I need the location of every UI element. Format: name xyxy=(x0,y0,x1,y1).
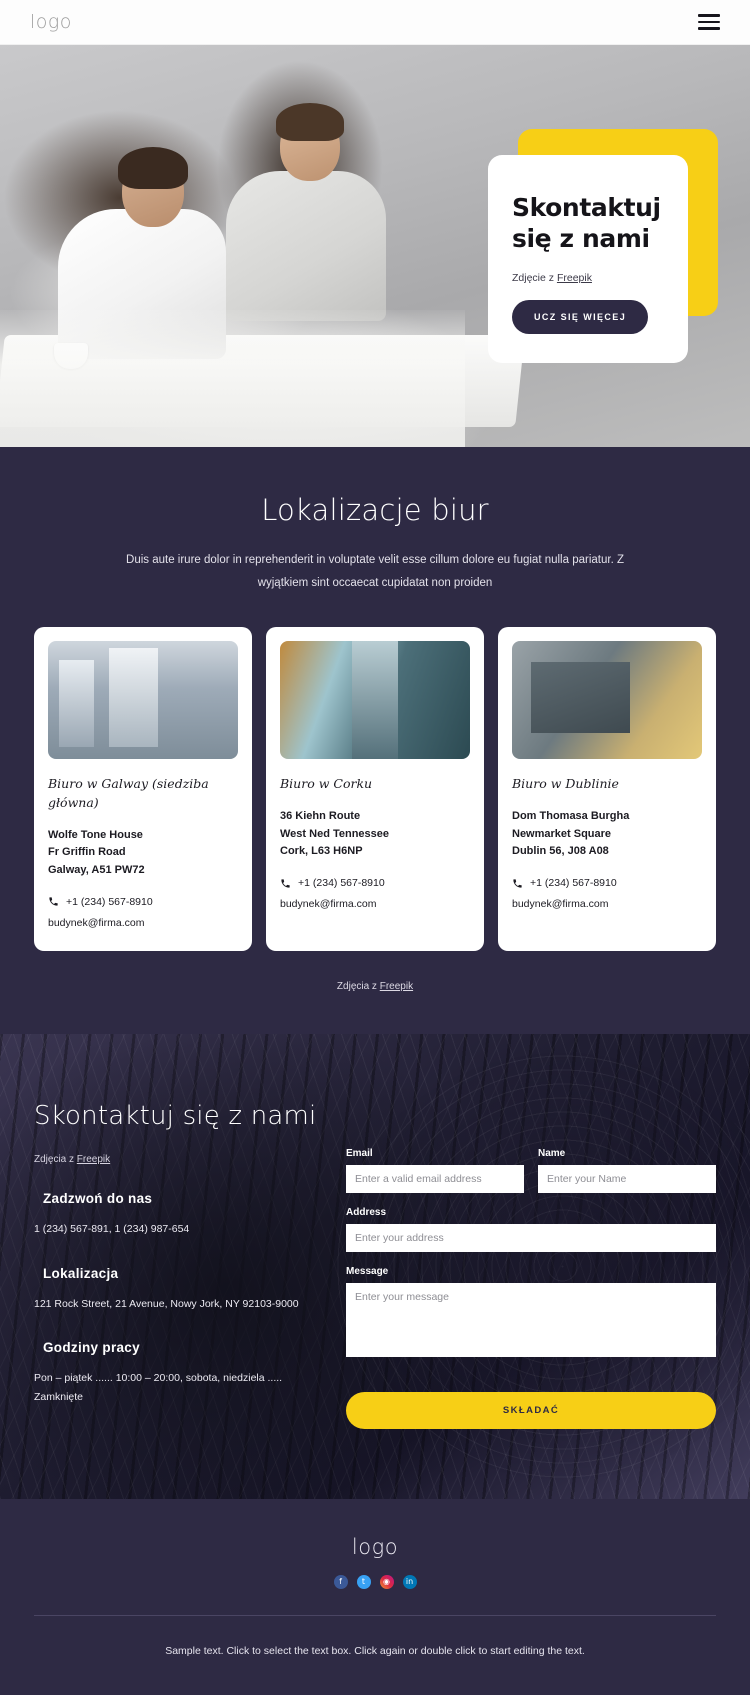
info-block-title: Godziny pracy xyxy=(43,1340,140,1356)
office-phone: +1 (234) 567-8910 xyxy=(530,877,617,890)
page-root: logo Skontaktuj się z nami Zdjęcie z Fre… xyxy=(0,0,750,1695)
office-photo xyxy=(48,641,238,759)
office-photo xyxy=(280,641,470,759)
hero-credit-prefix: Zdjęcie z xyxy=(512,272,557,284)
info-block-location: Lokalizacja 121 Rock Street, 21 Avenue, … xyxy=(34,1266,324,1314)
hero-section: Skontaktuj się z nami Zdjęcie z Freepik … xyxy=(0,45,750,447)
info-block-text: 121 Rock Street, 21 Avenue, Nowy Jork, N… xyxy=(34,1297,299,1310)
info-block-call-us: Zadzwoń do nas 1 (234) 567-891, 1 (234) … xyxy=(34,1191,324,1239)
office-card: Biuro w Galway (siedziba główna) Wolfe T… xyxy=(34,627,252,951)
phone-icon xyxy=(513,879,522,888)
office-email[interactable]: budynek@firma.com xyxy=(280,898,470,910)
office-address-line: Galway, A51 PW72 xyxy=(48,864,145,877)
info-block-title: Lokalizacja xyxy=(43,1265,119,1281)
message-label: Message xyxy=(346,1265,389,1277)
office-address-line: Dom Thomasa Burgha xyxy=(512,809,630,822)
address-field-group: Address xyxy=(346,1207,716,1252)
hero-person-a-hair xyxy=(118,147,188,189)
footer-logo[interactable]: logo xyxy=(0,1535,750,1559)
message-field-group: Message xyxy=(346,1266,716,1362)
office-title: Biuro w Galway (siedziba główna) xyxy=(48,776,209,810)
hero-person-a-body xyxy=(58,209,226,359)
hero-person-b-body xyxy=(226,171,386,321)
email-field-group: Email xyxy=(346,1148,524,1193)
facebook-icon[interactable]: f xyxy=(333,1574,348,1589)
locations-photo-credit: Zdjęcia z Freepik xyxy=(0,981,750,992)
hero-credit-link[interactable]: Freepik xyxy=(557,272,592,284)
contact-info-column: Skontaktuj się z nami Zdjęcia z Freepik … xyxy=(34,1100,324,1429)
burger-bar xyxy=(698,27,720,30)
info-block-working-hours: Godziny pracy Pon – piątek ...... 10:00 … xyxy=(34,1340,324,1408)
site-logo[interactable]: logo xyxy=(30,11,72,33)
linkedin-icon[interactable]: in xyxy=(402,1574,417,1589)
contact-section: Skontaktuj się z nami Zdjęcia z Freepik … xyxy=(0,1033,750,1499)
locations-credit-prefix: Zdjęcia z xyxy=(336,980,380,992)
social-links: f t ◉ in xyxy=(0,1574,750,1589)
message-textarea[interactable] xyxy=(346,1282,716,1357)
office-address-line: Cork, L63 H6NP xyxy=(280,845,363,858)
info-block-title: Zadzwoń do nas xyxy=(43,1191,153,1207)
locations-credit-link[interactable]: Freepik xyxy=(380,981,413,992)
info-block-text: Pon – piątek ...... 10:00 – 20:00, sobot… xyxy=(34,1372,283,1404)
contact-photo-credit: Zdjęcia z Freepik xyxy=(34,1154,324,1165)
info-block-text: 1 (234) 567-891, 1 (234) 987-654 xyxy=(34,1223,190,1236)
office-email[interactable]: budynek@firma.com xyxy=(512,898,702,910)
office-address-line: Wolfe Tone House xyxy=(48,828,143,841)
site-footer: logo f t ◉ in Sample text. Click to sele… xyxy=(0,1498,750,1695)
hero-title: Skontaktuj się z nami xyxy=(512,193,661,253)
hero-cta-button[interactable]: UCZ SIĘ WIĘCEJ xyxy=(512,300,649,334)
name-label: Name xyxy=(538,1147,566,1159)
phone-icon xyxy=(49,897,58,907)
hero-person-b-hair xyxy=(276,103,344,141)
submit-button[interactable]: SKŁADAĆ xyxy=(346,1391,716,1429)
phone-icon xyxy=(281,879,290,888)
office-photo xyxy=(512,641,702,759)
office-phone-row[interactable]: +1 (234) 567-8910 xyxy=(512,877,702,889)
office-card: Biuro w Dublinie Dom Thomasa Burgha Newm… xyxy=(498,627,716,951)
hamburger-menu-icon[interactable] xyxy=(698,14,720,30)
office-phone-row[interactable]: +1 (234) 567-8910 xyxy=(48,896,238,908)
contact-credit-link[interactable]: Freepik xyxy=(77,1154,110,1165)
address-input[interactable] xyxy=(346,1223,716,1252)
office-address-line: Fr Griffin Road xyxy=(48,846,126,859)
office-phone: +1 (234) 567-8910 xyxy=(298,877,385,890)
hero-coffee-cup xyxy=(54,343,88,369)
locations-lead-text: Duis aute irure dolor in reprehenderit i… xyxy=(126,554,624,589)
email-input[interactable] xyxy=(346,1164,524,1193)
office-cards-list: Biuro w Galway (siedziba główna) Wolfe T… xyxy=(0,627,750,951)
locations-heading: Lokalizacje biur xyxy=(261,493,489,527)
office-title: Biuro w Dublinie xyxy=(512,776,619,791)
name-field-group: Name xyxy=(538,1148,716,1193)
office-title: Biuro w Corku xyxy=(280,776,373,791)
contact-form: Email Name Address Message SKŁADAĆ xyxy=(346,1100,716,1429)
instagram-icon[interactable]: ◉ xyxy=(379,1574,394,1589)
office-phone-row[interactable]: +1 (234) 567-8910 xyxy=(280,877,470,889)
hero-people-illustration xyxy=(0,87,525,427)
hero-photo-credit: Zdjęcie z Freepik xyxy=(512,272,664,284)
footer-fine-print: Sample text. Click to select the text bo… xyxy=(165,1644,585,1657)
office-address-line: West Ned Tennessee xyxy=(280,827,390,840)
contact-heading: Skontaktuj się z nami xyxy=(34,1100,317,1131)
burger-bar xyxy=(698,14,720,17)
office-card: Biuro w Corku 36 Kiehn Route West Ned Te… xyxy=(266,627,484,951)
office-phone: +1 (234) 567-8910 xyxy=(66,895,153,908)
contact-credit-prefix: Zdjęcia z xyxy=(34,1154,77,1166)
locations-section: Lokalizacje biur Duis aute irure dolor i… xyxy=(0,447,750,1034)
email-label: Email xyxy=(346,1147,373,1159)
office-email[interactable]: budynek@firma.com xyxy=(48,917,238,929)
burger-bar xyxy=(698,20,720,24)
hero-table-shape xyxy=(0,335,525,427)
name-input[interactable] xyxy=(538,1164,716,1193)
address-label: Address xyxy=(346,1206,387,1218)
office-address-line: Newmarket Square xyxy=(512,827,612,840)
hero-card: Skontaktuj się z nami Zdjęcie z Freepik … xyxy=(488,155,688,363)
office-address-line: 36 Kiehn Route xyxy=(280,809,361,822)
office-address-line: Dublin 56, J08 A08 xyxy=(512,845,609,858)
site-header: logo xyxy=(0,0,750,45)
footer-divider xyxy=(34,1614,716,1616)
twitter-icon[interactable]: t xyxy=(356,1574,371,1589)
